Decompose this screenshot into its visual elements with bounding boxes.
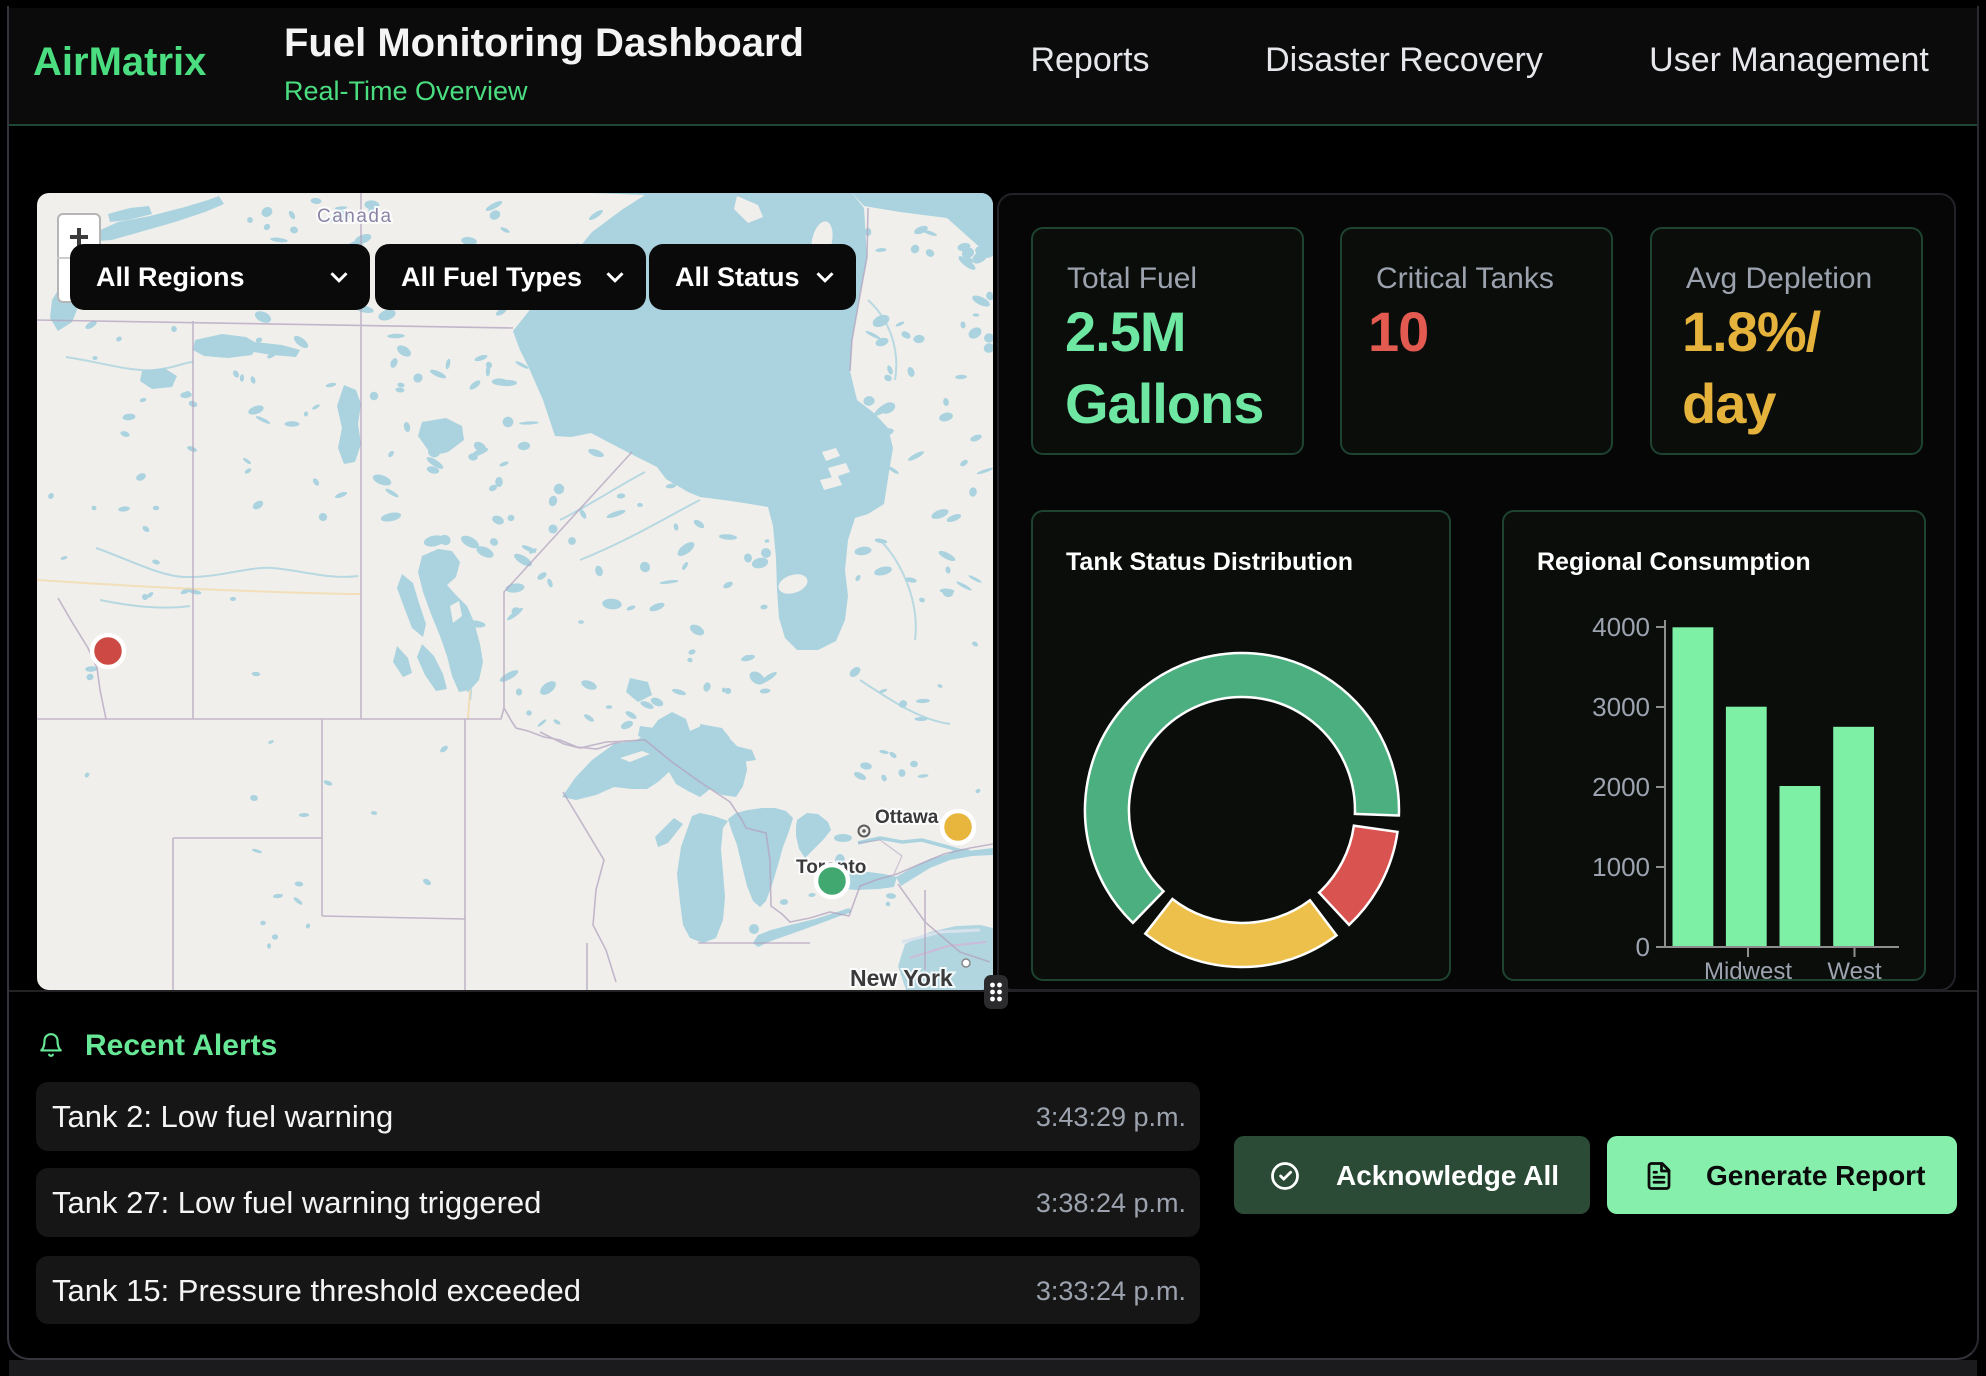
svg-text:Canada: Canada [317,206,393,227]
svg-text:1000: 1000 [1592,852,1650,882]
svg-text:Ottawa: Ottawa [875,807,939,828]
svg-text:3000: 3000 [1592,692,1650,722]
svg-text:West: West [1827,958,1882,983]
svg-text:New York: New York [850,965,953,990]
svg-text:0: 0 [1636,932,1650,962]
svg-text:2000: 2000 [1592,772,1650,802]
svg-text:4000: 4000 [1592,612,1650,642]
svg-text:Midwest: Midwest [1704,958,1792,983]
